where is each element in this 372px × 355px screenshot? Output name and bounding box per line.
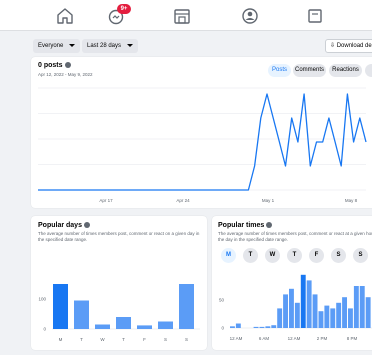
popular-times-title: Popular times: [218, 222, 273, 229]
x-tick-label: T: [122, 337, 125, 342]
audience-filter[interactable]: Everyone: [33, 39, 81, 53]
hour-bar[interactable]: [294, 302, 300, 328]
popular-times-description: The average number of times members post…: [218, 231, 372, 242]
day-button-fri[interactable]: F: [309, 248, 324, 263]
hour-bar[interactable]: [336, 302, 342, 328]
day-bar[interactable]: [137, 325, 152, 329]
top-navigation: 9+: [0, 0, 372, 31]
x-tick-label: 12 AM: [288, 336, 301, 341]
hour-bar[interactable]: [271, 325, 277, 328]
marketplace-icon[interactable]: [172, 6, 192, 26]
day-button-wed[interactable]: W: [265, 248, 280, 263]
hour-bar[interactable]: [365, 297, 371, 328]
day-bar[interactable]: [116, 317, 131, 329]
x-tick-label: S: [164, 337, 167, 342]
tab-more[interactable]: A: [365, 64, 372, 77]
day-bar[interactable]: [95, 324, 110, 330]
tab-reactions[interactable]: Reactions: [329, 64, 362, 77]
popular-times-title-text: Popular times: [218, 222, 265, 229]
hour-bar[interactable]: [289, 288, 294, 328]
hour-bar[interactable]: [312, 294, 318, 328]
x-tick-label: S: [185, 337, 188, 342]
hour-bar[interactable]: [277, 308, 283, 328]
info-icon[interactable]: [266, 222, 273, 228]
hour-bar[interactable]: [342, 297, 347, 328]
date-range-label: Last 28 days: [87, 43, 122, 49]
date-range-filter[interactable]: Last 28 days: [82, 39, 139, 53]
notification-badge: 9+: [117, 4, 131, 14]
hour-bar[interactable]: [306, 280, 312, 328]
day-bar[interactable]: [74, 300, 89, 330]
popular-days-description: The average number of times members post…: [38, 231, 200, 242]
hour-bar[interactable]: [259, 326, 265, 328]
day-bar[interactable]: [158, 321, 173, 330]
x-tick-label: Apr 17: [99, 198, 113, 203]
x-tick-label: 12 AM: [230, 336, 243, 341]
day-bar[interactable]: [53, 284, 68, 329]
chevron-down-icon: [127, 43, 134, 47]
x-tick-label: 8 PM: [347, 336, 358, 341]
y-tick-label: 0: [43, 327, 46, 332]
posts-date-range: Apr 12, 2022 - May 9, 2022: [38, 72, 93, 77]
y-tick-label: 0: [221, 326, 224, 331]
pages-icon[interactable]: [305, 6, 325, 26]
hour-bar[interactable]: [318, 311, 324, 328]
hour-bar[interactable]: [265, 326, 271, 328]
tab-posts[interactable]: Posts: [268, 64, 291, 77]
hour-bar[interactable]: [300, 274, 306, 328]
hour-bar[interactable]: [324, 305, 330, 328]
hour-bar[interactable]: [348, 308, 353, 328]
posts-count: 0 posts: [38, 62, 63, 69]
popular-days-chart: 0 100 M T W T F S S: [38, 284, 200, 342]
x-tick-label: F: [143, 337, 146, 342]
download-icon: ⇩: [330, 43, 336, 49]
x-tick-label: 6 AM: [259, 336, 270, 341]
hour-bar[interactable]: [353, 286, 359, 328]
x-tick-label: May 8: [345, 198, 358, 203]
x-tick-label: May 1: [262, 198, 275, 203]
hour-bar[interactable]: [359, 286, 365, 328]
popular-days-title: Popular days: [38, 222, 90, 229]
day-button-thu[interactable]: T: [287, 248, 302, 263]
info-icon[interactable]: [64, 62, 71, 68]
x-tick-label: Apr 24: [176, 198, 190, 203]
popular-times-chart: 0 50 12 AM 6 AM 12 AM 2 PM 8 PM: [219, 274, 372, 341]
y-tick-label: 100: [38, 297, 46, 302]
x-tick-label: T: [80, 337, 83, 342]
hour-bar[interactable]: [253, 326, 259, 328]
download-label: Download de: [336, 43, 372, 49]
info-icon[interactable]: [83, 222, 90, 228]
day-button-sun[interactable]: S: [353, 248, 368, 263]
hour-bar[interactable]: [330, 308, 336, 328]
y-tick-label: 50: [219, 298, 225, 303]
chevron-down-icon: [69, 43, 76, 47]
posts-card-title: 0 posts: [38, 62, 71, 69]
popular-days-title-text: Popular days: [38, 222, 82, 229]
day-button-sat[interactable]: S: [331, 248, 346, 263]
x-tick-label: M: [59, 337, 63, 342]
x-tick-label: W: [100, 337, 105, 342]
day-button-mon[interactable]: M: [221, 248, 236, 263]
home-icon[interactable]: [55, 6, 75, 26]
posts-series-line: [38, 93, 367, 191]
hour-bar[interactable]: [230, 326, 235, 328]
audience-filter-label: Everyone: [38, 43, 64, 49]
tab-comments[interactable]: Comments: [293, 64, 326, 77]
posts-line-chart: Apr 17 Apr 24 May 1 May 8: [38, 87, 367, 203]
groups-icon[interactable]: [240, 6, 260, 26]
day-button-tue[interactable]: T: [243, 248, 258, 263]
x-tick-label: 2 PM: [317, 336, 328, 341]
day-bar[interactable]: [179, 284, 194, 329]
hour-bar[interactable]: [283, 294, 288, 328]
download-button[interactable]: ⇩ Download de: [325, 39, 372, 53]
hour-bar[interactable]: [235, 323, 241, 328]
